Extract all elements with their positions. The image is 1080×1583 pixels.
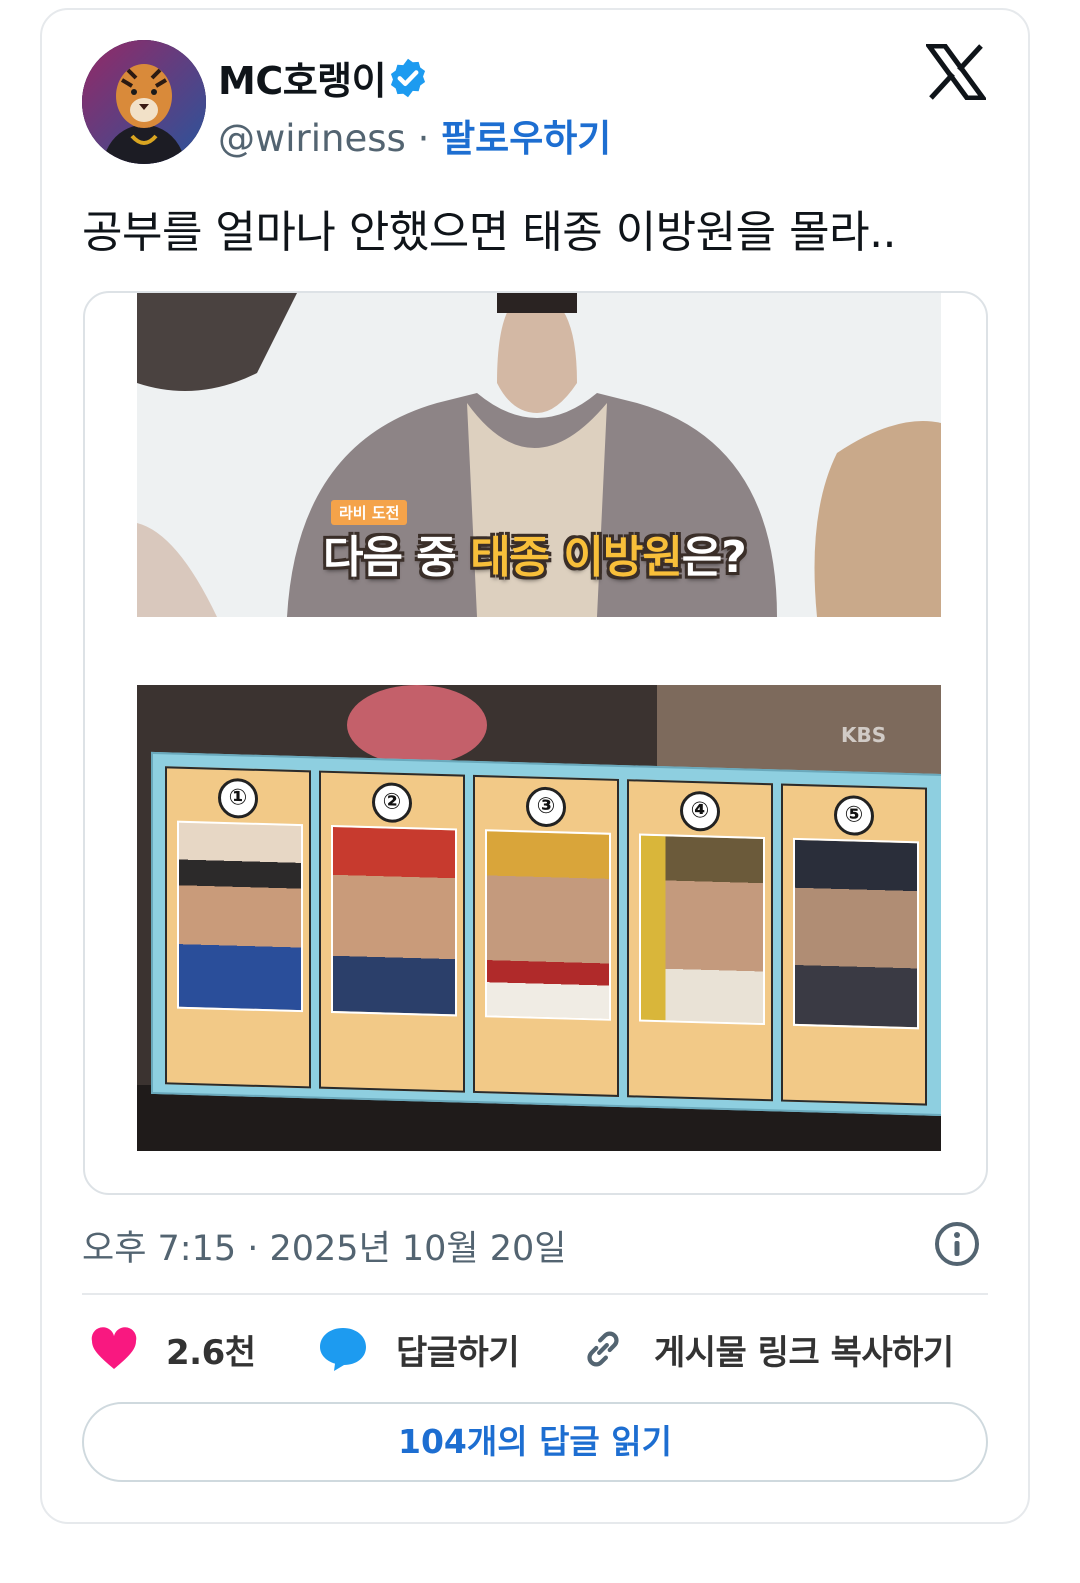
divider: [82, 1293, 988, 1295]
quiz-slot-1: ①: [165, 766, 311, 1089]
quiz-board: ① ② ③ ④ ⑤: [151, 751, 941, 1117]
read-replies-button[interactable]: 104개의 답글 읽기: [82, 1402, 988, 1482]
quiz-slot-4: ④: [627, 779, 773, 1102]
portrait-5: [793, 837, 919, 1030]
portrait-4: [639, 833, 765, 1026]
slot-number: ④: [680, 790, 720, 832]
slot-number: ③: [526, 786, 566, 828]
caption-prefix: 다음 중: [323, 532, 471, 583]
reply-label: 답글하기: [396, 1332, 520, 1373]
caption-question: 다음 중 태종 이방원은?: [323, 521, 747, 585]
media-container[interactable]: 라비 도전 다음 중 태종 이방원은? KBS ① ② ③ ④ ⑤: [83, 291, 988, 1195]
broadcaster-watermark: KBS: [841, 723, 887, 747]
link-icon: [587, 1331, 619, 1367]
caption-highlight: 태종 이방원: [470, 532, 683, 583]
author-name[interactable]: MC호랭이: [218, 50, 387, 105]
portrait-3: [485, 829, 611, 1021]
tweet-text: 공부를 얼마나 안했으면 태종 이방원을 몰라..: [82, 207, 897, 258]
timestamp[interactable]: 오후 7:15 · 2025년 10월 20일: [82, 1220, 567, 1271]
tiger-avatar-image: [82, 40, 206, 164]
heart-icon: [91, 1327, 137, 1369]
handle-row: @wiriness · 팔로우하기: [218, 108, 611, 162]
follow-button[interactable]: 팔로우하기: [441, 117, 611, 160]
photo-top: 라비 도전 다음 중 태종 이방원은?: [137, 293, 941, 617]
caption-suffix: 은?: [681, 532, 747, 583]
photo-bottom: KBS ① ② ③ ④ ⑤: [137, 685, 941, 1151]
verified-badge-icon: [390, 58, 426, 98]
x-logo-icon[interactable]: [926, 44, 986, 100]
slot-number: ①: [218, 777, 258, 819]
author-handle[interactable]: @wiriness: [218, 117, 406, 160]
quiz-slot-2: ②: [319, 770, 465, 1093]
quiz-slot-3: ③: [473, 774, 619, 1097]
like-count: 2.6천: [166, 1332, 256, 1373]
copy-link-button[interactable]: 게시물 링크 복사하기: [580, 1324, 954, 1374]
copy-link-label: 게시물 링크 복사하기: [654, 1332, 954, 1373]
avatar[interactable]: [82, 40, 206, 164]
slot-number: ⑤: [834, 794, 874, 837]
slot-number: ②: [372, 782, 412, 824]
like-button[interactable]: 2.6천: [90, 1324, 256, 1374]
reply-button[interactable]: 답글하기: [318, 1324, 520, 1374]
quiz-slot-5: ⑤: [781, 783, 927, 1106]
separator: ·: [417, 117, 430, 160]
reply-bubble-icon: [320, 1328, 366, 1371]
portrait-2: [331, 824, 457, 1017]
portrait-1: [177, 820, 303, 1013]
info-icon[interactable]: [933, 1220, 981, 1268]
